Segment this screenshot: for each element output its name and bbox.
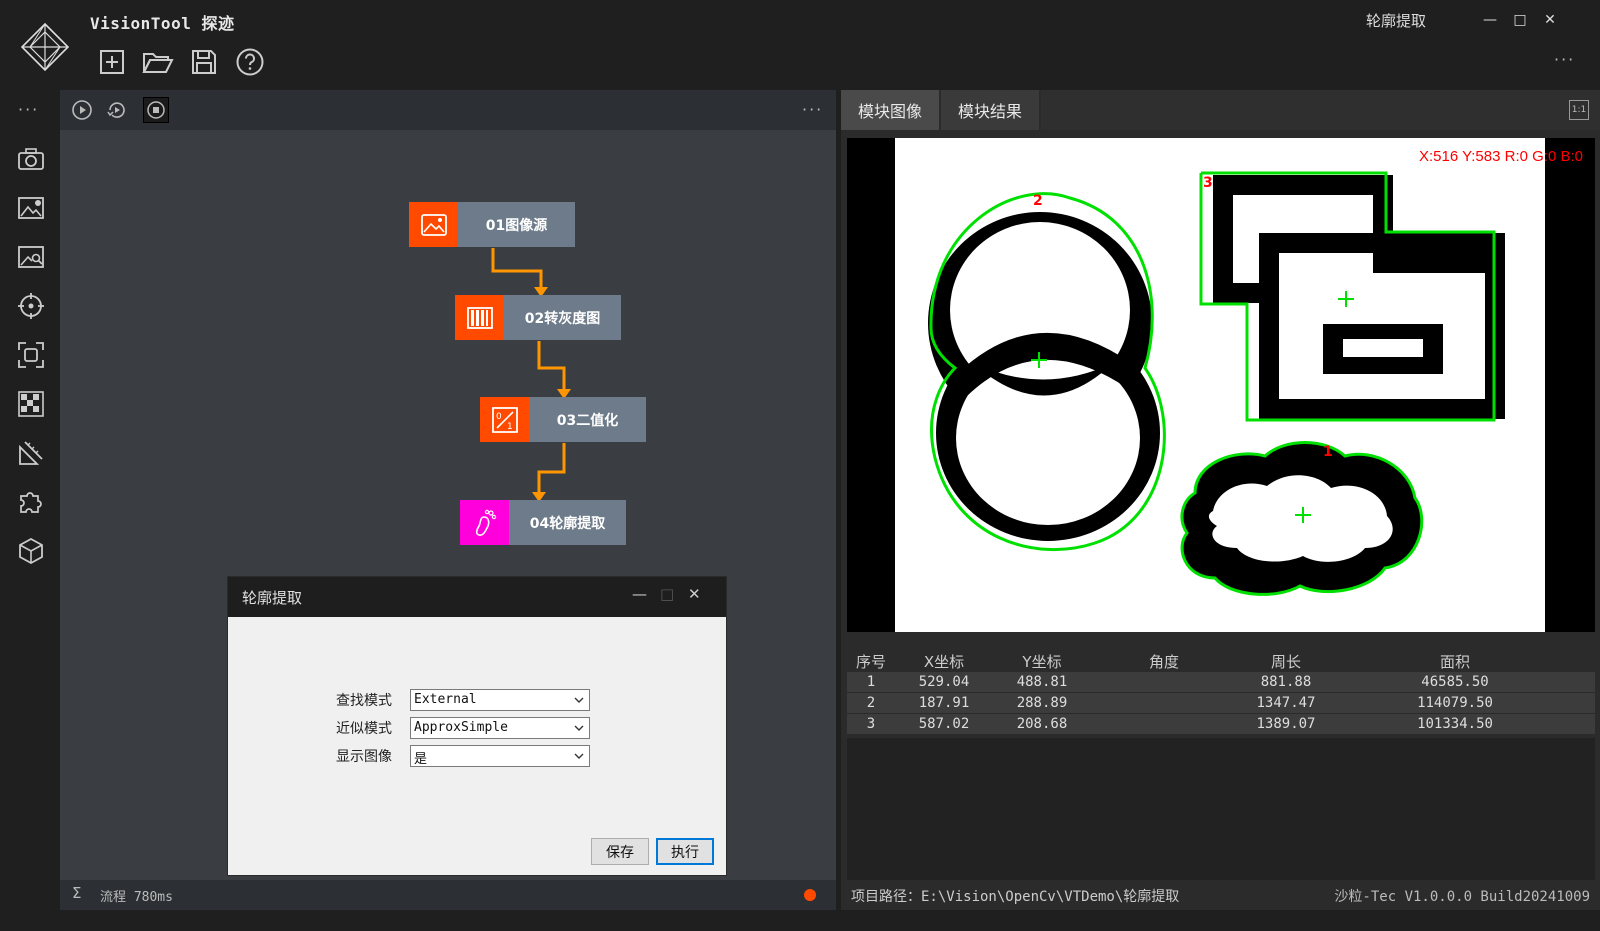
main-toolbar xyxy=(96,46,266,78)
cube-icon[interactable] xyxy=(16,536,46,566)
dialog-maximize-button[interactable]: □ xyxy=(660,585,674,603)
table-row[interactable]: 1 529.04 488.81 881.88 46585.50 xyxy=(847,672,1595,693)
title-bar: VisionTool 探迹 轮廓提取 — □ ✕ ··· xyxy=(0,0,1600,90)
find-mode-label: 查找模式 xyxy=(336,693,392,709)
flow-node-label: 04轮廓提取 xyxy=(509,500,626,545)
grayscale-bars-icon xyxy=(455,295,504,340)
flow-status-bar: Σ 流程 780ms xyxy=(60,880,836,910)
tab-module-result[interactable]: 模块结果 xyxy=(941,90,1039,130)
column-header: 角度 xyxy=(1148,652,1179,671)
table-header: 序号 X坐标 Y坐标 角度 周长 面积 xyxy=(847,650,1595,672)
flow-node-label: 03二值化 xyxy=(529,397,646,442)
show-image-label: 显示图像 xyxy=(336,749,392,765)
dialog-titlebar: 轮廓提取 — □ ✕ xyxy=(228,577,726,617)
approx-mode-label: 近似模式 xyxy=(336,721,392,737)
column-header: Y坐标 xyxy=(1022,652,1062,671)
camera-icon[interactable] xyxy=(16,144,46,174)
measure-icon[interactable] xyxy=(16,438,46,468)
window-title: 轮廓提取 xyxy=(1366,12,1427,30)
result-panel: 模块图像 模块结果 1:1 1 2 3 X:516 Y:583 R:0 G:0 … xyxy=(841,90,1600,910)
image-search-icon[interactable] xyxy=(16,242,46,272)
chevron-down-icon xyxy=(574,753,584,759)
svg-text:0: 0 xyxy=(496,412,502,422)
pixel-readout: X:516 Y:583 R:0 G:0 B:0 xyxy=(1418,148,1583,165)
grid-pattern-icon[interactable] xyxy=(16,389,46,419)
image-settings-icon[interactable] xyxy=(16,193,46,223)
puzzle-icon[interactable] xyxy=(16,487,46,517)
column-header: 周长 xyxy=(1270,652,1301,671)
contour-label-3: 3 xyxy=(1203,175,1213,191)
table-row[interactable]: 3 587.02 208.68 1389.07 101334.50 xyxy=(847,714,1595,735)
window-controls: — □ ✕ xyxy=(1478,10,1562,30)
run-button[interactable]: 执行 xyxy=(656,838,714,865)
flow-connectors xyxy=(491,248,571,502)
approx-mode-select[interactable]: ApproxSimple xyxy=(410,717,590,739)
close-button[interactable]: ✕ xyxy=(1538,10,1562,30)
column-header: 序号 xyxy=(855,652,886,671)
minimize-button[interactable]: — xyxy=(1478,10,1502,30)
table-empty-area xyxy=(847,738,1595,890)
dialog-close-button[interactable]: ✕ xyxy=(688,585,701,603)
dialog-minimize-button[interactable]: — xyxy=(632,585,647,603)
focus-frame-icon[interactable] xyxy=(16,340,46,370)
contour-label-2: 2 xyxy=(1033,193,1043,209)
approx-mode-row: 近似模式 ApproxSimple xyxy=(336,717,590,739)
result-table: 序号 X坐标 Y坐标 角度 周长 面积 1 529.04 488.81 881.… xyxy=(847,650,1595,735)
flow-node-grayscale[interactable]: 02转灰度图 xyxy=(455,295,621,340)
actual-size-icon[interactable]: 1:1 xyxy=(1569,100,1589,120)
tab-bar xyxy=(1041,90,1600,130)
table-row[interactable]: 2 187.91 288.89 1347.47 114079.50 xyxy=(847,693,1595,714)
column-header: 面积 xyxy=(1439,652,1470,671)
flow-node-binarize[interactable]: 01 03二值化 xyxy=(480,397,646,442)
chevron-down-icon xyxy=(574,725,584,731)
more-options-icon[interactable]: ··· xyxy=(1554,50,1575,69)
show-image-row: 显示图像 是 xyxy=(336,745,590,767)
find-mode-select[interactable]: External xyxy=(410,689,590,711)
contour-extract-dialog: 轮廓提取 — □ ✕ 查找模式 External 近似模式 ApproxSimp… xyxy=(227,576,727,876)
flow-runtime: 流程 780ms xyxy=(100,890,173,905)
target-icon[interactable] xyxy=(16,291,46,321)
save-button[interactable]: 保存 xyxy=(591,838,649,865)
flow-node-label: 02转灰度图 xyxy=(504,295,621,340)
result-image: 1 2 3 xyxy=(895,138,1545,632)
help-icon[interactable] xyxy=(234,46,266,78)
column-header: X坐标 xyxy=(923,652,965,671)
contour-label-1: 1 xyxy=(1323,444,1333,460)
flow-node-image-source[interactable]: 01图像源 xyxy=(409,202,575,247)
flow-node-label: 01图像源 xyxy=(458,202,575,247)
binary-icon: 01 xyxy=(480,397,529,442)
right-status-bar: 项目路径：E:\Vision\OpenCv\VTDemo\轮廓提取 沙粒-Tec… xyxy=(841,880,1600,910)
project-path: 项目路径：E:\Vision\OpenCv\VTDemo\轮廓提取 xyxy=(851,889,1180,905)
app-title: VisionTool 探迹 xyxy=(90,14,235,33)
app-logo-icon xyxy=(20,22,70,72)
sidebar-more-icon[interactable]: ··· xyxy=(18,100,39,119)
tab-module-image[interactable]: 模块图像 xyxy=(841,90,939,130)
folder-open-icon[interactable] xyxy=(142,46,174,78)
sigma-icon: Σ xyxy=(72,884,82,902)
find-mode-row: 查找模式 External xyxy=(336,689,590,711)
flow-node-contour-extract[interactable]: 04轮廓提取 xyxy=(460,500,626,545)
show-image-select[interactable]: 是 xyxy=(410,745,590,767)
new-file-icon[interactable] xyxy=(96,46,128,78)
dialog-title: 轮廓提取 xyxy=(242,589,303,607)
tool-sidebar: ··· xyxy=(0,90,60,910)
picture-icon xyxy=(409,202,458,247)
footprint-icon xyxy=(460,500,509,545)
chevron-down-icon xyxy=(574,697,584,703)
save-icon[interactable] xyxy=(188,46,220,78)
bottom-strip xyxy=(0,910,1600,931)
maximize-button[interactable]: □ xyxy=(1508,10,1532,30)
status-indicator xyxy=(804,889,816,901)
version-label: 沙粒-Tec V1.0.0.0 Build20241009 xyxy=(1334,889,1590,905)
svg-text:1: 1 xyxy=(507,422,513,432)
image-viewer[interactable]: 1 2 3 X:516 Y:583 R:0 G:0 B:0 xyxy=(847,138,1595,632)
